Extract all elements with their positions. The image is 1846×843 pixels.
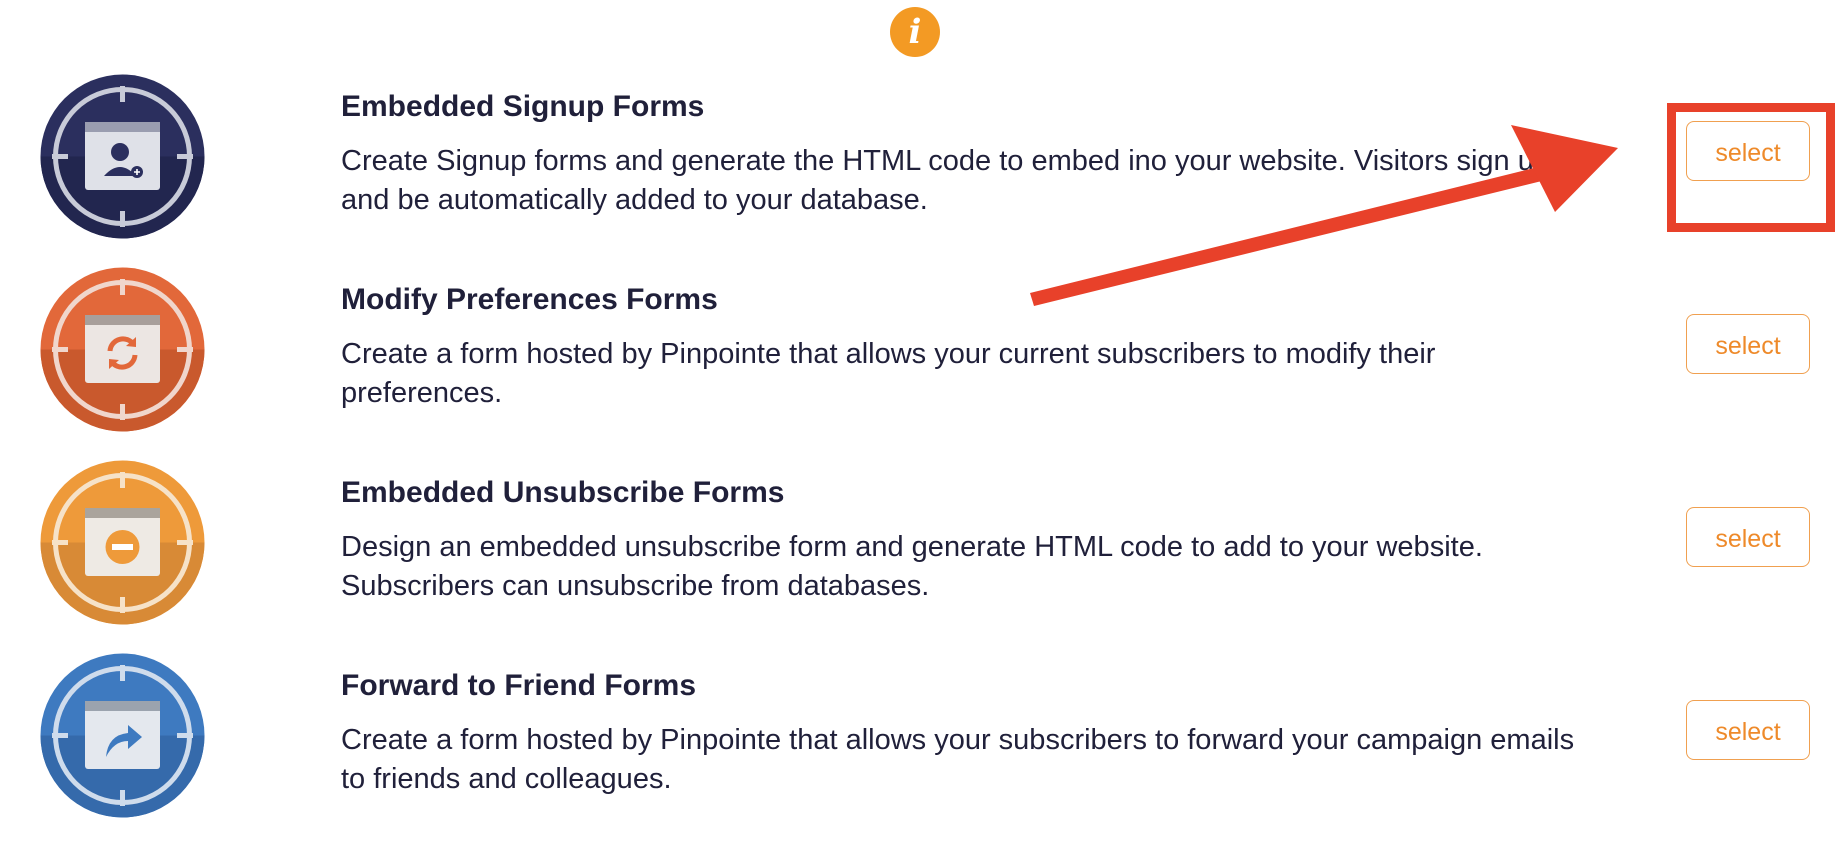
- refresh-icon: [40, 267, 205, 432]
- minus-circle-icon: [40, 460, 205, 625]
- form-title: Embedded Signup Forms: [341, 90, 705, 123]
- add-user-icon: [40, 74, 205, 239]
- form-title: Modify Preferences Forms: [341, 283, 718, 316]
- share-arrow-icon: [40, 653, 205, 818]
- form-description: Create Signup forms and generate the HTM…: [341, 145, 1550, 216]
- form-description: Create a form hosted by Pinpointe that a…: [341, 338, 1436, 409]
- form-description: Design an embedded unsubscribe form and …: [341, 531, 1483, 602]
- info-icon[interactable]: i: [890, 7, 940, 57]
- form-option-forward-to-friend: Forward to Friend Forms Create a form ho…: [0, 653, 1846, 843]
- form-option-modify-preferences: Modify Preferences Forms Create a form h…: [0, 267, 1846, 457]
- select-button-embedded-unsubscribe[interactable]: select: [1686, 507, 1810, 567]
- form-option-embedded-unsubscribe: Embedded Unsubscribe Forms Design an emb…: [0, 460, 1846, 650]
- form-title: Embedded Unsubscribe Forms: [341, 476, 785, 509]
- select-button-forward-to-friend[interactable]: select: [1686, 700, 1810, 760]
- select-button-embedded-signup[interactable]: select: [1686, 121, 1810, 181]
- form-option-embedded-signup: Embedded Signup Forms Create Signup form…: [0, 74, 1846, 264]
- form-description: Create a form hosted by Pinpointe that a…: [341, 724, 1575, 795]
- form-title: Forward to Friend Forms: [341, 669, 697, 702]
- select-button-modify-preferences[interactable]: select: [1686, 314, 1810, 374]
